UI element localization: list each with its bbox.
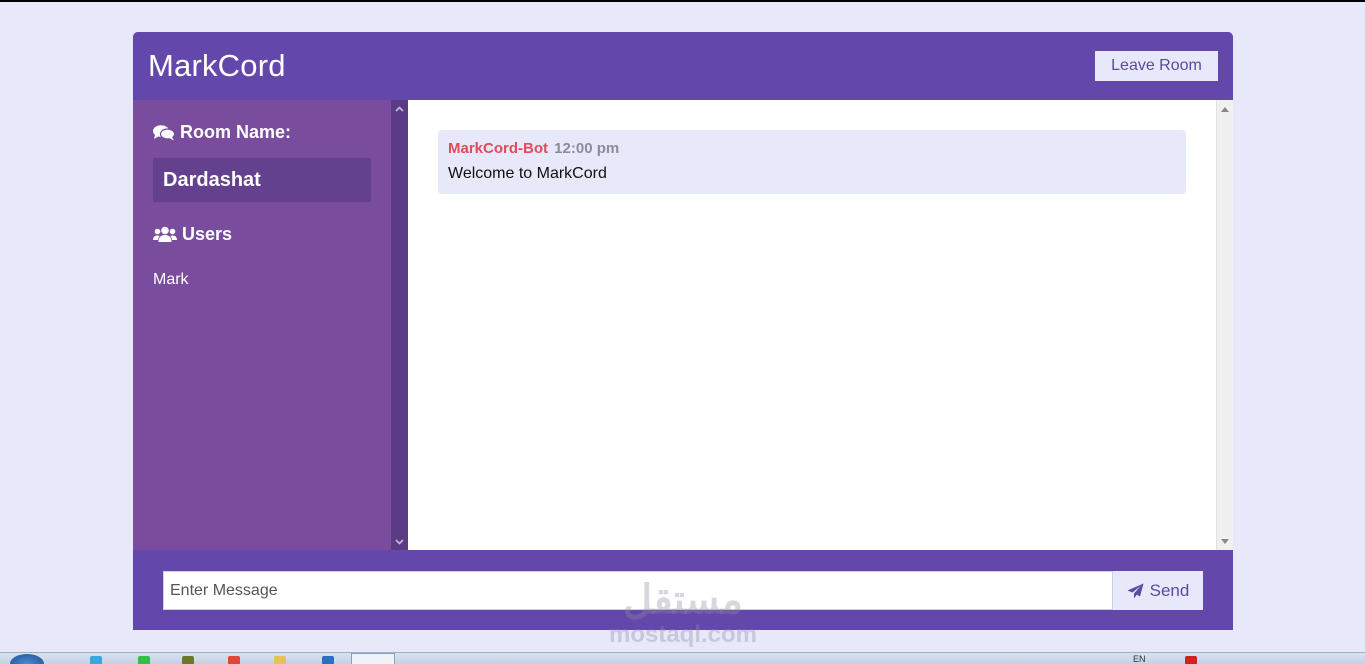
message-composer: Send	[133, 550, 1233, 630]
paper-plane-icon	[1127, 583, 1144, 598]
chat-scroll-down-icon[interactable]	[1217, 534, 1233, 548]
send-button[interactable]: Send	[1113, 571, 1203, 610]
taskbar-app-icon[interactable]	[138, 656, 150, 664]
users-heading: Users	[153, 224, 232, 245]
message-input[interactable]	[163, 571, 1113, 610]
leave-room-button[interactable]: Leave Room	[1095, 51, 1218, 81]
os-taskbar: EN	[0, 652, 1365, 664]
taskbar-app-icon[interactable]	[182, 656, 194, 664]
users-heading-label: Users	[182, 224, 233, 244]
taskbar-app-icon[interactable]	[274, 656, 286, 664]
comments-icon	[153, 125, 175, 141]
taskbar-language-indicator[interactable]: EN	[1133, 654, 1146, 664]
app-header: MarkCord Leave Room	[133, 32, 1233, 100]
top-border	[0, 0, 1365, 2]
taskbar-active-window[interactable]	[351, 653, 395, 664]
scroll-up-icon[interactable]	[391, 100, 408, 117]
message-text: Welcome to MarkCord	[448, 165, 607, 182]
message-time: 12:00 pm	[554, 140, 620, 157]
users-icon	[153, 226, 177, 242]
taskbar-app-icon[interactable]	[90, 656, 102, 664]
sidebar: Room Name: Dardashat Users Mark	[133, 100, 391, 550]
taskbar-app-icon[interactable]	[322, 656, 334, 664]
chat-message: MarkCord-Bot 12:00 pm Welcome to MarkCor…	[438, 130, 1186, 194]
chat-scroll-up-icon[interactable]	[1217, 102, 1233, 116]
send-button-label: Send	[1149, 580, 1190, 600]
chat-scrollbar[interactable]	[1216, 100, 1233, 550]
tray-icon[interactable]	[1185, 656, 1197, 664]
room-name-heading-label: Room Name:	[180, 122, 292, 142]
room-name-value: Dardashat	[153, 158, 371, 202]
chat-messages-panel: MarkCord-Bot 12:00 pm Welcome to MarkCor…	[408, 100, 1233, 550]
scroll-down-icon[interactable]	[391, 533, 408, 550]
start-button-icon[interactable]	[10, 654, 44, 664]
taskbar-app-icon[interactable]	[228, 656, 240, 664]
chat-app: MarkCord Leave Room Room Name: Dardashat	[133, 32, 1233, 630]
user-list-item: Mark	[153, 271, 189, 288]
sidebar-scrollbar[interactable]	[391, 100, 408, 550]
room-name-heading: Room Name:	[153, 122, 291, 143]
message-author: MarkCord-Bot	[448, 140, 548, 157]
message-meta: MarkCord-Bot 12:00 pm	[448, 140, 1176, 157]
app-logo: MarkCord	[148, 48, 286, 83]
